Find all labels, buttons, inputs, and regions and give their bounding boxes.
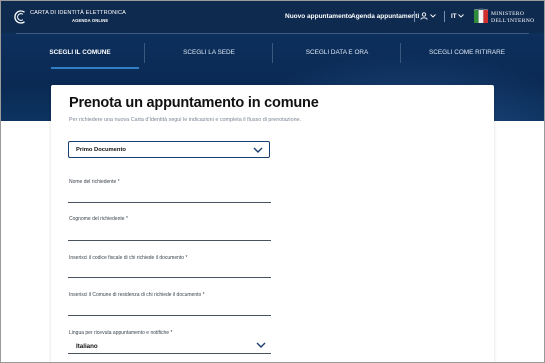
nav-divider [414,11,415,22]
first-name-input[interactable] [68,202,271,203]
ministry-logo[interactable]: MINISTERO DELL'INTERNO [491,11,534,24]
tax-code-label: Inserisci il codice fiscale di chi richi… [69,255,188,261]
cie-logo-icon[interactable] [13,9,29,25]
brand-title[interactable]: CARTA DI IDENTITÀ ELETTRONICA AGENDA ONL… [30,10,126,24]
booking-form-card: Prenota un appuntamento in comune Per ri… [51,85,494,362]
language-code: IT [451,13,457,20]
nav-divider [444,11,445,22]
nav-appointment-agenda[interactable]: Agenda appuntamenti [351,13,419,20]
language-value: Italiano [76,343,98,350]
brand-line-2: AGENDA ONLINE [72,18,109,23]
last-name-input[interactable] [68,240,271,241]
step-divider [272,43,273,63]
tax-code-input[interactable] [68,277,271,278]
first-name-label: Nome del richiedente * [69,179,120,185]
chevron-down-icon [256,342,266,348]
top-header: CARTA DI IDENTITÀ ELETTRONICA AGENDA ONL… [1,1,544,33]
language-label: Lingua per ricevuta appuntamento e notif… [69,330,173,336]
user-icon [420,12,428,20]
language-select[interactable]: Italiano [68,339,271,354]
step-divider [144,43,145,63]
step-divider [400,43,401,63]
chevron-down-icon [253,147,263,153]
step-choose-municipality[interactable]: SCEGLI IL COMUNE [36,34,124,70]
booking-steps: SCEGLI IL COMUNE SCEGLI LA SEDE SCEGLI D… [16,33,529,69]
active-step-indicator [51,67,139,69]
step-choose-pickup[interactable]: SCEGLI COME RITIRARE [415,34,519,70]
residence-municipality-input[interactable] [68,315,271,316]
residence-municipality-label: Inserisci il Comune di residenza di chi … [69,292,205,298]
app-window: CARTA DI IDENTITÀ ELETTRONICA AGENDA ONL… [0,0,545,363]
step-choose-date-time[interactable]: SCEGLI DATA E ORA [287,34,387,70]
italian-flag-emblem-icon [473,8,489,23]
brand-line-1: CARTA DI IDENTITÀ ELETTRONICA [30,10,126,16]
intro-text: Per richiedere una nuova Carta d'Identit… [69,117,302,123]
language-select-underline [68,353,271,354]
nav-new-appointment[interactable]: Nuovo appuntamento [285,13,352,20]
ministry-line-2: DELL'INTERNO [491,17,535,24]
last-name-label: Cognome del richiedente * [69,216,128,222]
user-menu[interactable] [420,12,436,20]
chevron-down-icon [458,14,465,18]
document-type-select[interactable]: Primo Documento [68,141,270,158]
step-choose-office[interactable]: SCEGLI LA SEDE [159,34,259,70]
page-title: Prenota un appuntamento in comune [69,95,319,111]
chevron-down-icon [430,14,436,18]
language-switcher[interactable]: IT [451,13,465,20]
document-type-value: Primo Documento [76,147,126,153]
